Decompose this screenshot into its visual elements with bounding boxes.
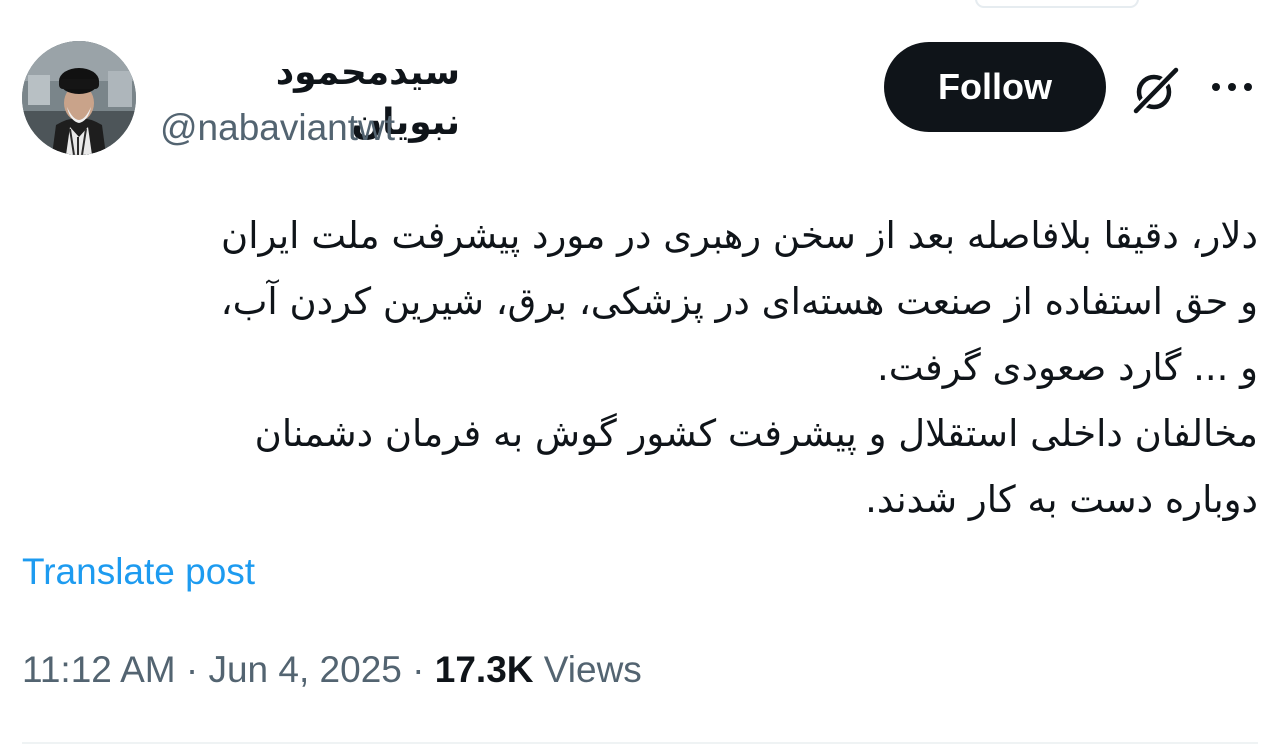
post-date[interactable]: Jun 4, 2025 — [208, 649, 401, 690]
tweet-line: دوباره دست به کار شدند. — [865, 478, 1258, 521]
tweet-line: و ... گارد صعودی گرفت. — [876, 346, 1258, 389]
more-options-icon[interactable] — [1208, 72, 1256, 102]
divider — [22, 742, 1258, 744]
translate-post-link[interactable]: Translate post — [22, 548, 255, 596]
grok-icon[interactable] — [1130, 64, 1182, 116]
tweet-meta: 11:12 AM · Jun 4, 2025 · 17.3K Views — [22, 644, 642, 696]
views-label: Views — [543, 649, 642, 690]
follow-button[interactable]: Follow — [884, 42, 1106, 132]
tweet-page: سیدمحمود نبویان @nabaviantwt Follow دلار… — [0, 0, 1280, 748]
avatar-image — [22, 41, 136, 155]
tweet-text: دلار، دقیقا بلافاصله بعد از سخن رهبری در… — [22, 203, 1258, 533]
tweet-line: دلار، دقیقا بلافاصله بعد از سخن رهبری در… — [221, 214, 1258, 257]
tweet-line: مخالفان داخلی استقلال و پیشرفت کشور گوش … — [254, 412, 1258, 455]
author-handle[interactable]: @nabaviantwt — [160, 106, 395, 150]
avatar[interactable] — [22, 41, 136, 155]
top-pill-edge — [975, 0, 1139, 8]
post-time[interactable]: 11:12 AM — [22, 649, 176, 690]
views-count: 17.3K — [434, 649, 534, 690]
tweet-line: و حق استفاده از صنعت هسته‌ای در پزشکی، ب… — [220, 280, 1258, 323]
meta-separator: · — [412, 649, 425, 690]
meta-separator: · — [185, 649, 199, 690]
